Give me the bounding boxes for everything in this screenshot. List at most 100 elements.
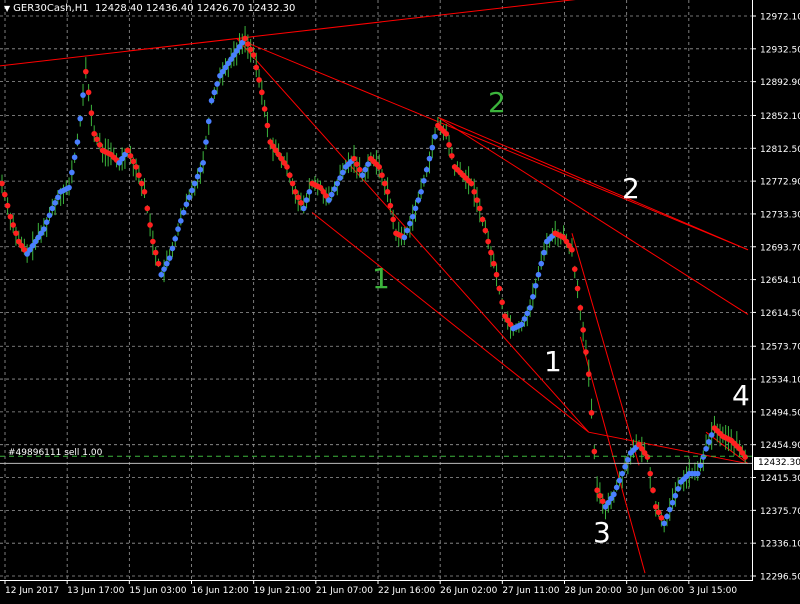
down-dot	[152, 249, 159, 256]
down-dot	[387, 202, 394, 209]
down-dot	[10, 222, 16, 228]
down-dot	[356, 166, 363, 173]
up-dot	[55, 194, 61, 201]
up-dot	[328, 191, 335, 198]
down-dot	[147, 222, 153, 228]
down-dot	[597, 492, 603, 499]
up-dot	[334, 180, 341, 187]
down-dot	[490, 260, 497, 267]
wave-label-1-green: 1	[372, 262, 390, 295]
y-tick-label: 12336.10	[760, 540, 800, 550]
down-dot	[130, 158, 137, 165]
down-dot	[390, 216, 396, 223]
y-tick-label: 12494.50	[760, 408, 800, 418]
down-dot	[354, 161, 360, 167]
down-dot	[261, 106, 268, 112]
down-dot	[245, 41, 251, 47]
up-dot	[183, 201, 190, 208]
up-dot	[306, 189, 313, 195]
up-dot	[706, 439, 712, 445]
up-dot	[43, 219, 50, 226]
price-axis[interactable]: 12972.10 12932.50 12892.90 12852.10 12812.50…	[752, 13, 800, 583]
trend-line[interactable]	[437, 116, 749, 315]
y-tick-label: 12454.90	[760, 441, 800, 451]
y-tick-label: 12375.70	[760, 507, 800, 517]
up-dot	[672, 492, 679, 499]
up-dot	[611, 491, 617, 498]
up-dot	[214, 81, 220, 87]
triangle-down-icon[interactable]: ▼	[4, 4, 10, 13]
up-dot	[407, 220, 413, 227]
up-dot	[303, 197, 310, 203]
chart-header: ▼ GER30Cash,H1 12428.40 12436.40 12426.70…	[4, 3, 295, 14]
up-dot	[521, 316, 528, 322]
up-dot	[77, 115, 84, 122]
down-dot	[742, 454, 749, 460]
down-dot	[155, 260, 162, 267]
up-dot	[211, 89, 218, 96]
up-dot	[535, 271, 542, 278]
down-dot	[289, 180, 296, 187]
up-dot	[158, 271, 165, 278]
down-dot	[585, 371, 592, 377]
x-tick-label: 15 Jun 03:00	[129, 586, 186, 596]
up-dot	[518, 321, 525, 328]
x-tick-label: 27 Jun 11:00	[502, 586, 559, 596]
order-label[interactable]: #49896111 sell 1.00	[8, 448, 102, 458]
up-dot	[208, 97, 215, 104]
down-dot	[136, 172, 142, 179]
down-dot	[295, 194, 301, 201]
y-tick-label: 12534.10	[760, 376, 800, 386]
up-dot	[365, 161, 371, 167]
down-dot	[264, 122, 271, 129]
x-tick-label: 21 Jun 07:00	[316, 586, 373, 596]
up-dot	[708, 432, 715, 438]
up-dot	[172, 235, 179, 242]
up-dot	[694, 470, 701, 477]
down-dot	[250, 52, 257, 58]
price-chart[interactable]: 12972.10 12932.50 12892.90 12852.10 12812.50…	[0, 0, 800, 600]
trend-line[interactable]	[236, 38, 749, 251]
chart-window[interactable]: 12972.10 12932.50 12892.90 12852.10 12812.50…	[0, 0, 800, 600]
down-dot	[588, 410, 595, 416]
down-dot	[138, 180, 145, 187]
up-dot	[415, 197, 422, 203]
down-dot	[4, 202, 11, 209]
down-dot	[569, 247, 575, 253]
up-dot	[661, 520, 667, 527]
up-dot	[700, 454, 707, 460]
down-dot	[443, 130, 450, 137]
trend-line[interactable]	[236, 38, 590, 433]
down-dot	[479, 216, 486, 223]
down-dot	[449, 153, 455, 159]
down-dot	[298, 200, 304, 206]
wave-label-2-white: 2	[622, 172, 640, 205]
down-dot	[381, 180, 388, 187]
down-dot	[496, 285, 503, 292]
down-dot	[13, 230, 19, 237]
down-dot	[253, 64, 260, 71]
x-tick-label: 19 Jun 21:00	[254, 586, 311, 596]
up-dot	[616, 477, 623, 484]
wave-label-1-white: 1	[544, 345, 562, 378]
up-dot	[331, 186, 338, 192]
time-axis[interactable]: 12 Jun 2017 13 Jun 17:00 15 Jun 03:00 16 Ju…	[4, 580, 738, 596]
up-dot	[666, 506, 673, 513]
up-dot	[530, 294, 536, 300]
down-dot	[88, 110, 95, 116]
down-dot	[499, 299, 505, 306]
down-dot	[96, 142, 103, 148]
y-tick-label: 12932.50	[760, 45, 800, 55]
down-dot	[647, 470, 654, 477]
down-dot	[446, 142, 452, 148]
up-dot	[669, 499, 676, 506]
x-tick-label: 3 Jul 15:00	[689, 586, 738, 596]
y-tick-label: 12296.50	[760, 573, 800, 583]
down-dot	[577, 305, 584, 311]
wave-label-2-green: 2	[488, 86, 506, 119]
up-dot	[46, 212, 53, 219]
up-dot	[429, 144, 436, 151]
y-tick-label: 12614.50	[760, 309, 800, 319]
down-dot	[658, 515, 665, 521]
down-dot	[591, 448, 598, 455]
